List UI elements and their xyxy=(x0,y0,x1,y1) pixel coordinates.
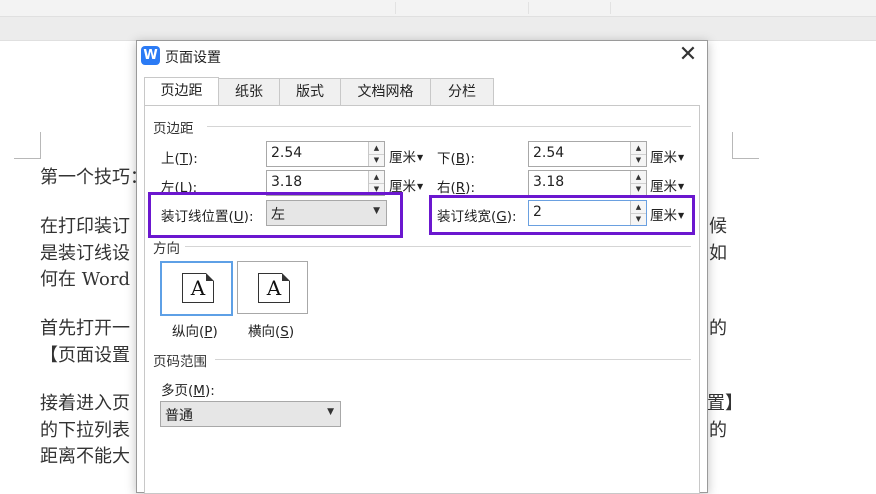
portrait-page-icon: A xyxy=(182,273,214,303)
doc-line: 距离不能大 xyxy=(40,446,130,467)
tab-columns[interactable]: 分栏 xyxy=(430,78,494,105)
section-divider xyxy=(207,126,691,127)
wps-writer-icon: W xyxy=(141,46,160,65)
tab-doc-grid[interactable]: 文档网格 xyxy=(340,78,431,105)
section-margins-title: 页边距 xyxy=(153,121,194,137)
top-margin-value[interactable]: 2.54 xyxy=(271,145,302,161)
top-margin-spinbox[interactable]: 2.54 ▲ ▼ xyxy=(266,141,385,167)
bottom-margin-spinbox[interactable]: 2.54 ▲ ▼ xyxy=(528,141,647,167)
right-margin-spinbox[interactable]: 3.18 ▲ ▼ xyxy=(528,170,647,196)
page-setup-dialog: W 页面设置 ✕ 页边距 纸张 版式 文档网格 分栏 页边距 上(T): 2.5… xyxy=(136,40,708,494)
spin-down-icon[interactable]: ▼ xyxy=(631,183,646,195)
tab-paper[interactable]: 纸张 xyxy=(218,78,280,105)
doc-line: 第一个技巧： xyxy=(40,167,148,188)
dropdown-arrow-icon: ▼ xyxy=(327,407,334,417)
doc-line-right: 的 xyxy=(709,318,727,339)
doc-line: 首先打开一 xyxy=(40,318,130,339)
doc-line: 【页面设置 xyxy=(40,345,130,366)
ruler-bar xyxy=(0,0,876,17)
tab-content-margins: 页边距 上(T): 2.54 ▲ ▼ 厘米▼ 下(B): 2.54 ▲ ▼ 厘米▼ … xyxy=(144,105,700,494)
doc-line: 在打印装订 xyxy=(40,216,130,237)
landscape-page-icon: A xyxy=(258,273,290,303)
portrait-label[interactable]: 纵向(P) xyxy=(172,320,218,340)
multiple-pages-select[interactable]: 普通 ▼ xyxy=(160,401,341,427)
spin-down-icon[interactable]: ▼ xyxy=(369,154,384,166)
dialog-title: 页面设置 xyxy=(165,50,221,66)
landscape-label[interactable]: 横向(S) xyxy=(248,320,294,340)
highlight-box-gutter-position xyxy=(148,192,403,238)
ruler-separator xyxy=(610,2,611,14)
dropdown-arrow-icon: ▼ xyxy=(678,153,685,162)
top-margin-unit-dropdown[interactable]: 厘米▼ xyxy=(389,146,423,166)
top-margin-label: 上(T): xyxy=(161,151,198,167)
doc-line: 的下拉列表 xyxy=(40,420,130,441)
doc-line-right: 如 xyxy=(709,243,727,264)
doc-line: 接着进入页 xyxy=(40,393,130,414)
section-orientation-title: 方向 xyxy=(153,241,180,257)
page-margin-corner-right xyxy=(732,132,759,159)
section-divider xyxy=(215,359,691,360)
page-margin-corner-left xyxy=(14,132,41,159)
ruler-separator xyxy=(528,2,529,14)
doc-line: 何在 Word xyxy=(40,269,130,290)
left-margin-value[interactable]: 3.18 xyxy=(271,174,302,190)
right-margin-value[interactable]: 3.18 xyxy=(533,174,564,190)
dropdown-arrow-icon: ▼ xyxy=(417,153,424,162)
right-margin-unit-dropdown[interactable]: 厘米▼ xyxy=(650,175,684,195)
doc-line-right: 候 xyxy=(709,216,727,237)
spin-down-icon[interactable]: ▼ xyxy=(631,154,646,166)
section-page-range-title: 页码范围 xyxy=(153,354,207,370)
doc-line-right: 的 xyxy=(709,420,727,441)
section-divider xyxy=(185,246,691,247)
landscape-option[interactable]: A xyxy=(237,261,308,314)
dropdown-arrow-icon: ▼ xyxy=(417,182,424,191)
ruler-separator xyxy=(395,2,396,14)
workspace-strip xyxy=(0,17,876,41)
close-icon[interactable]: ✕ xyxy=(675,43,701,69)
multiple-pages-label: 多页(M): xyxy=(161,383,215,399)
doc-line-right: 置】 xyxy=(707,393,743,414)
dropdown-arrow-icon: ▼ xyxy=(678,182,685,191)
tab-layout[interactable]: 版式 xyxy=(279,78,341,105)
portrait-option[interactable]: A xyxy=(160,261,233,316)
dialog-titlebar[interactable]: W 页面设置 ✕ xyxy=(137,41,707,71)
multiple-pages-value: 普通 xyxy=(165,408,193,424)
bottom-margin-value[interactable]: 2.54 xyxy=(533,145,564,161)
bottom-margin-unit-dropdown[interactable]: 厘米▼ xyxy=(650,146,684,166)
highlight-box-gutter-width xyxy=(429,195,695,235)
tab-margins[interactable]: 页边距 xyxy=(144,77,219,106)
doc-line: 是装订线设 xyxy=(40,243,130,264)
right-margin-label: 右(R): xyxy=(437,180,475,196)
bottom-margin-label: 下(B): xyxy=(437,151,475,167)
